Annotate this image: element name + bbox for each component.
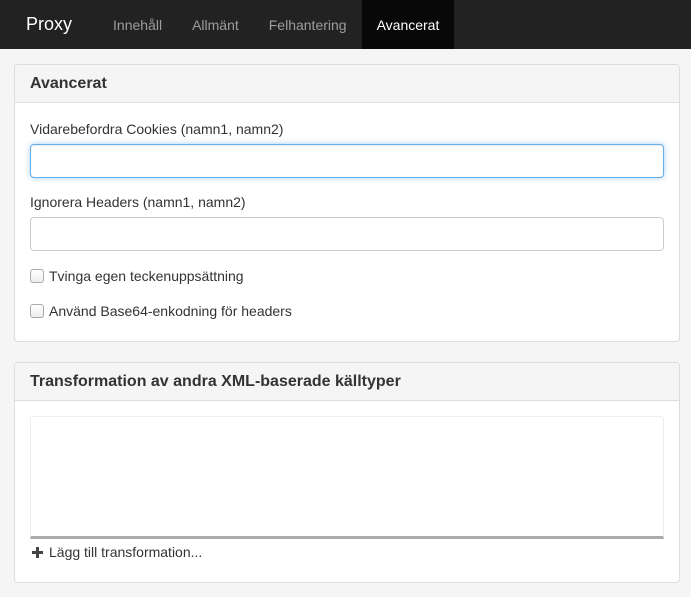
base64-headers-checkbox[interactable] xyxy=(30,304,44,318)
advanced-panel-heading: Avancerat xyxy=(15,65,679,103)
brand-link[interactable]: Proxy xyxy=(0,0,98,49)
force-charset-option[interactable]: Tvinga egen teckenuppsättning xyxy=(30,268,244,284)
transform-list xyxy=(30,416,664,539)
transform-panel: Transformation av andra XML-baserade käl… xyxy=(14,362,680,583)
base64-headers-label: Använd Base64-enkodning för headers xyxy=(49,303,292,319)
advanced-panel: Avancerat Vidarebefordra Cookies (namn1,… xyxy=(14,64,680,342)
force-charset-checkbox[interactable] xyxy=(30,269,44,283)
force-charset-label: Tvinga egen teckenuppsättning xyxy=(49,268,244,284)
forward-cookies-label: Vidarebefordra Cookies (namn1, namn2) xyxy=(30,121,284,137)
base64-headers-option[interactable]: Använd Base64-enkodning för headers xyxy=(30,303,292,319)
ignore-headers-label: Ignorera Headers (namn1, namn2) xyxy=(30,194,246,210)
transform-panel-title: Transformation av andra XML-baserade käl… xyxy=(30,372,401,390)
ignore-headers-input[interactable] xyxy=(30,217,664,251)
tab-allmant[interactable]: Allmänt xyxy=(177,0,254,49)
tab-innehall[interactable]: Innehåll xyxy=(98,0,177,49)
add-transformation-label: Lägg till transformation... xyxy=(49,544,203,560)
advanced-panel-title: Avancerat xyxy=(30,74,107,92)
plus-icon xyxy=(32,546,43,558)
tab-avancerat[interactable]: Avancerat xyxy=(361,0,455,49)
transform-panel-heading: Transformation av andra XML-baserade käl… xyxy=(15,363,679,401)
top-navbar: Proxy Innehåll Allmänt Felhantering Avan… xyxy=(0,0,691,49)
forward-cookies-input[interactable] xyxy=(30,144,664,178)
tab-felhantering[interactable]: Felhantering xyxy=(254,0,362,49)
add-transformation-button[interactable]: Lägg till transformation... xyxy=(32,544,202,560)
